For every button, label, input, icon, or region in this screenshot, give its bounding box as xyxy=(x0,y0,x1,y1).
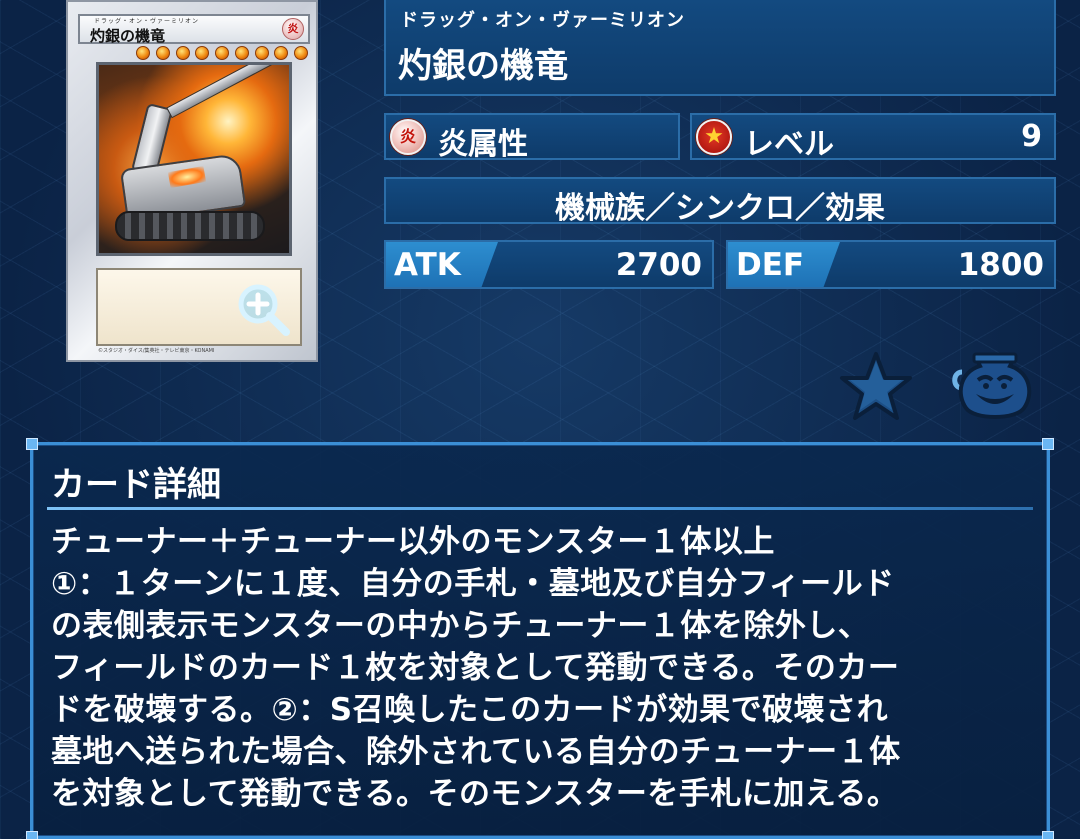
monster-type-panel: 機械族／シンクロ／効果 xyxy=(384,177,1056,226)
level-star-icon xyxy=(195,46,210,60)
detail-heading: カード詳細 xyxy=(51,465,221,505)
attribute-panel: 炎 炎属性 xyxy=(384,113,680,162)
card-name-panel: ドラッグ・オン・ヴァーミリオン 灼銀の機竜 xyxy=(384,0,1056,96)
attribute-label: 炎属性 xyxy=(438,127,528,162)
artwork-cannon xyxy=(166,65,287,119)
card-name-text: 灼銀の機竜 xyxy=(90,27,166,45)
corner-decoration xyxy=(1042,831,1054,839)
atk-value: 2700 xyxy=(615,247,702,283)
detail-divider xyxy=(47,507,1033,510)
star-icon xyxy=(840,352,912,420)
artwork-tread xyxy=(115,211,265,241)
card-name-bar: ドラッグ・オン・ヴァーミリオン 灼銀の機竜 炎 xyxy=(78,14,310,45)
level-star-icon xyxy=(215,46,229,60)
card-detail-box: カード詳細 チューナー＋チューナー以外のモンスター１体以上 ①：１ターンに１度、… xyxy=(26,438,1054,839)
card-name-title: 灼銀の機竜 xyxy=(398,46,568,86)
level-panel: ★ レベル 9 xyxy=(690,113,1056,162)
card-artwork xyxy=(96,62,292,256)
add-to-deck-button[interactable] xyxy=(950,350,1040,426)
def-panel: DEF 1800 xyxy=(726,240,1056,289)
pot-of-greed-icon xyxy=(952,352,1032,419)
def-value: 1800 xyxy=(957,247,1044,283)
zoom-in-icon xyxy=(238,284,290,336)
atk-panel: ATK 2700 xyxy=(384,240,714,289)
level-star-icon: ★ xyxy=(696,119,732,155)
card-effect-text: チューナー＋チューナー以外のモンスター１体以上 ①：１ターンに１度、自分の手札・… xyxy=(51,524,901,812)
level-label: レベル xyxy=(744,127,834,162)
card-level-stars xyxy=(136,46,308,60)
monster-type-text: 機械族／シンクロ／効果 xyxy=(555,191,885,226)
level-star-icon xyxy=(294,46,308,60)
corner-decoration xyxy=(26,831,38,839)
level-star-icon xyxy=(234,46,249,60)
level-star-icon xyxy=(155,46,170,60)
card-ruby-text: ドラッグ・オン・ヴァーミリオン xyxy=(94,18,200,25)
def-label: DEF xyxy=(736,247,805,283)
corner-decoration xyxy=(1042,438,1054,450)
level-star-icon xyxy=(175,46,190,60)
level-value: 9 xyxy=(1021,119,1042,154)
level-star-icon xyxy=(136,46,150,60)
corner-decoration xyxy=(26,438,38,450)
level-star-icon xyxy=(254,46,269,60)
atk-label: ATK xyxy=(394,247,461,283)
card-name-ruby: ドラッグ・オン・ヴァーミリオン xyxy=(400,10,685,31)
fire-attribute-icon: 炎 xyxy=(390,119,426,155)
card-attribute-icon: 炎 xyxy=(282,18,304,40)
zoom-button[interactable] xyxy=(236,282,292,338)
favorite-button[interactable] xyxy=(838,350,914,422)
level-star-icon xyxy=(274,46,289,60)
card-copyright: ©スタジオ・ダイス/集英社・テレビ東京・KONAMI xyxy=(98,348,215,354)
